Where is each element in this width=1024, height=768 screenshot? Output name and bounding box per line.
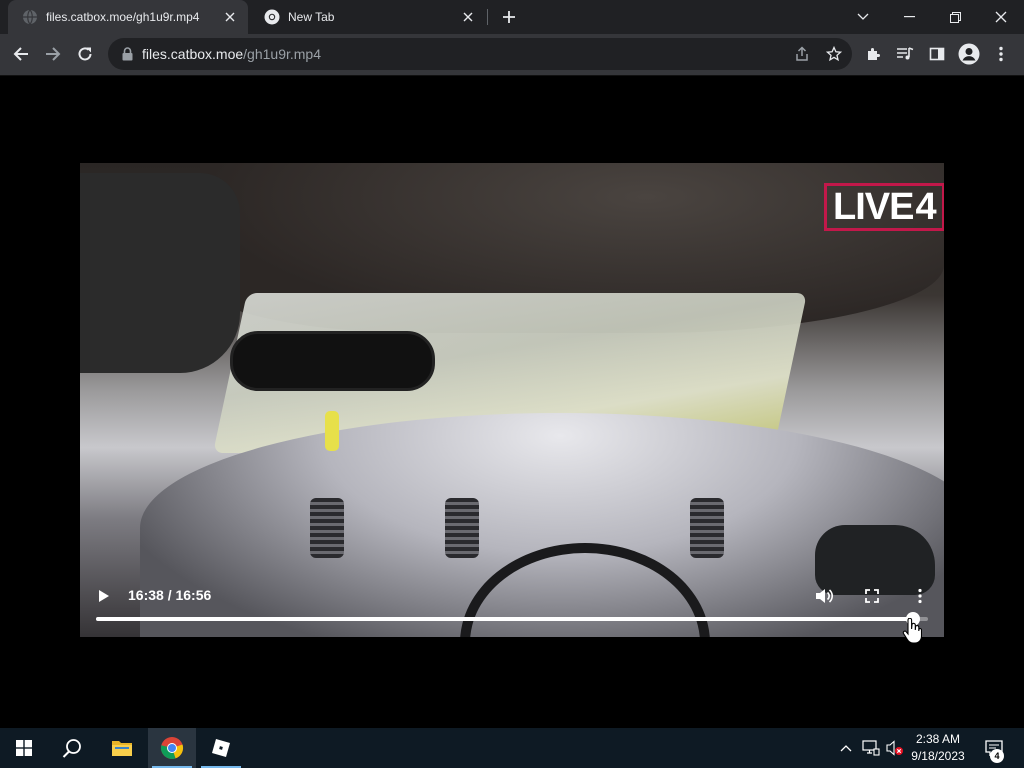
windows-start-icon[interactable] xyxy=(0,728,48,768)
notification-count-badge: 4 xyxy=(990,749,1004,763)
clock-time: 2:38 AM xyxy=(915,732,961,746)
globe-icon xyxy=(22,9,38,25)
video-frame-rearview-mirror xyxy=(230,331,435,391)
video-frame-vent xyxy=(690,498,724,558)
tab-new-tab[interactable]: New Tab xyxy=(250,0,486,34)
restore-button[interactable] xyxy=(932,0,978,34)
video-frame-sun-visor xyxy=(80,173,240,373)
chrome-icon xyxy=(264,9,280,25)
file-explorer-icon[interactable] xyxy=(98,728,146,768)
chrome-taskbar-icon[interactable] xyxy=(148,728,196,768)
tab-close-icon[interactable] xyxy=(460,9,476,25)
play-icon[interactable] xyxy=(92,584,116,608)
live4-watermark: LIVE 4 xyxy=(824,182,944,232)
time-display: 16:38 / 16:56 xyxy=(128,587,212,603)
tab-close-icon[interactable] xyxy=(222,9,238,25)
side-panel-icon[interactable] xyxy=(922,39,952,69)
bookmark-star-icon[interactable] xyxy=(822,42,846,66)
watermark-number: 4 xyxy=(915,186,936,228)
seek-bar[interactable] xyxy=(96,612,928,626)
taskbar-clock[interactable]: 2:38 AM 9/18/2023 xyxy=(902,731,974,765)
roblox-icon[interactable] xyxy=(197,728,245,768)
video-player[interactable]: LIVE 4 xyxy=(80,163,944,637)
clock-date: 9/18/2023 xyxy=(911,749,965,763)
forward-button[interactable] xyxy=(38,39,68,69)
chrome-menu-icon[interactable] xyxy=(986,39,1016,69)
tab-search-button[interactable] xyxy=(840,0,886,34)
tab-title: files.catbox.moe/gh1u9r.mp4 xyxy=(46,10,200,24)
media-control-icon[interactable] xyxy=(890,39,920,69)
extensions-icon[interactable] xyxy=(858,39,888,69)
profile-avatar-icon[interactable] xyxy=(954,39,984,69)
tab-separator xyxy=(487,9,488,25)
tab-title: New Tab xyxy=(288,10,335,24)
video-frame-air-freshener xyxy=(325,411,339,451)
tab-strip: files.catbox.moe/gh1u9r.mp4 New Tab xyxy=(0,0,1024,34)
page-viewport: LIVE 4 16:38 / 16:56 xyxy=(0,77,1024,728)
lock-icon[interactable] xyxy=(120,46,134,62)
address-bar[interactable]: files.catbox.moe/gh1u9r.mp4 xyxy=(108,38,852,70)
fullscreen-icon[interactable] xyxy=(860,584,884,608)
minimize-button[interactable] xyxy=(886,0,932,34)
new-tab-button[interactable] xyxy=(497,5,521,29)
video-controls: 16:38 / 16:56 xyxy=(80,573,944,644)
url-text: files.catbox.moe/gh1u9r.mp4 xyxy=(142,46,321,62)
windows-taskbar: 2:38 AM 9/18/2023 4 xyxy=(0,728,1024,768)
video-frame-vent xyxy=(310,498,344,558)
video-frame-vent xyxy=(445,498,479,558)
search-icon[interactable] xyxy=(48,728,96,768)
close-window-button[interactable] xyxy=(978,0,1024,34)
browser-toolbar: files.catbox.moe/gh1u9r.mp4 xyxy=(0,34,1024,76)
more-vert-icon[interactable] xyxy=(908,584,932,608)
share-icon[interactable] xyxy=(790,42,814,66)
url-host: files.catbox.moe xyxy=(142,46,244,62)
hand-cursor-icon xyxy=(902,617,923,644)
network-icon[interactable] xyxy=(860,728,882,768)
tray-overflow-chevron-icon[interactable] xyxy=(836,728,856,768)
reload-button[interactable] xyxy=(70,39,100,69)
watermark-brand: LIVE xyxy=(833,186,914,228)
tab-catbox-video[interactable]: files.catbox.moe/gh1u9r.mp4 xyxy=(8,0,248,34)
seek-bar-played xyxy=(96,617,914,621)
back-button[interactable] xyxy=(6,39,36,69)
volume-icon[interactable] xyxy=(812,584,836,608)
url-path: /gh1u9r.mp4 xyxy=(243,46,322,62)
